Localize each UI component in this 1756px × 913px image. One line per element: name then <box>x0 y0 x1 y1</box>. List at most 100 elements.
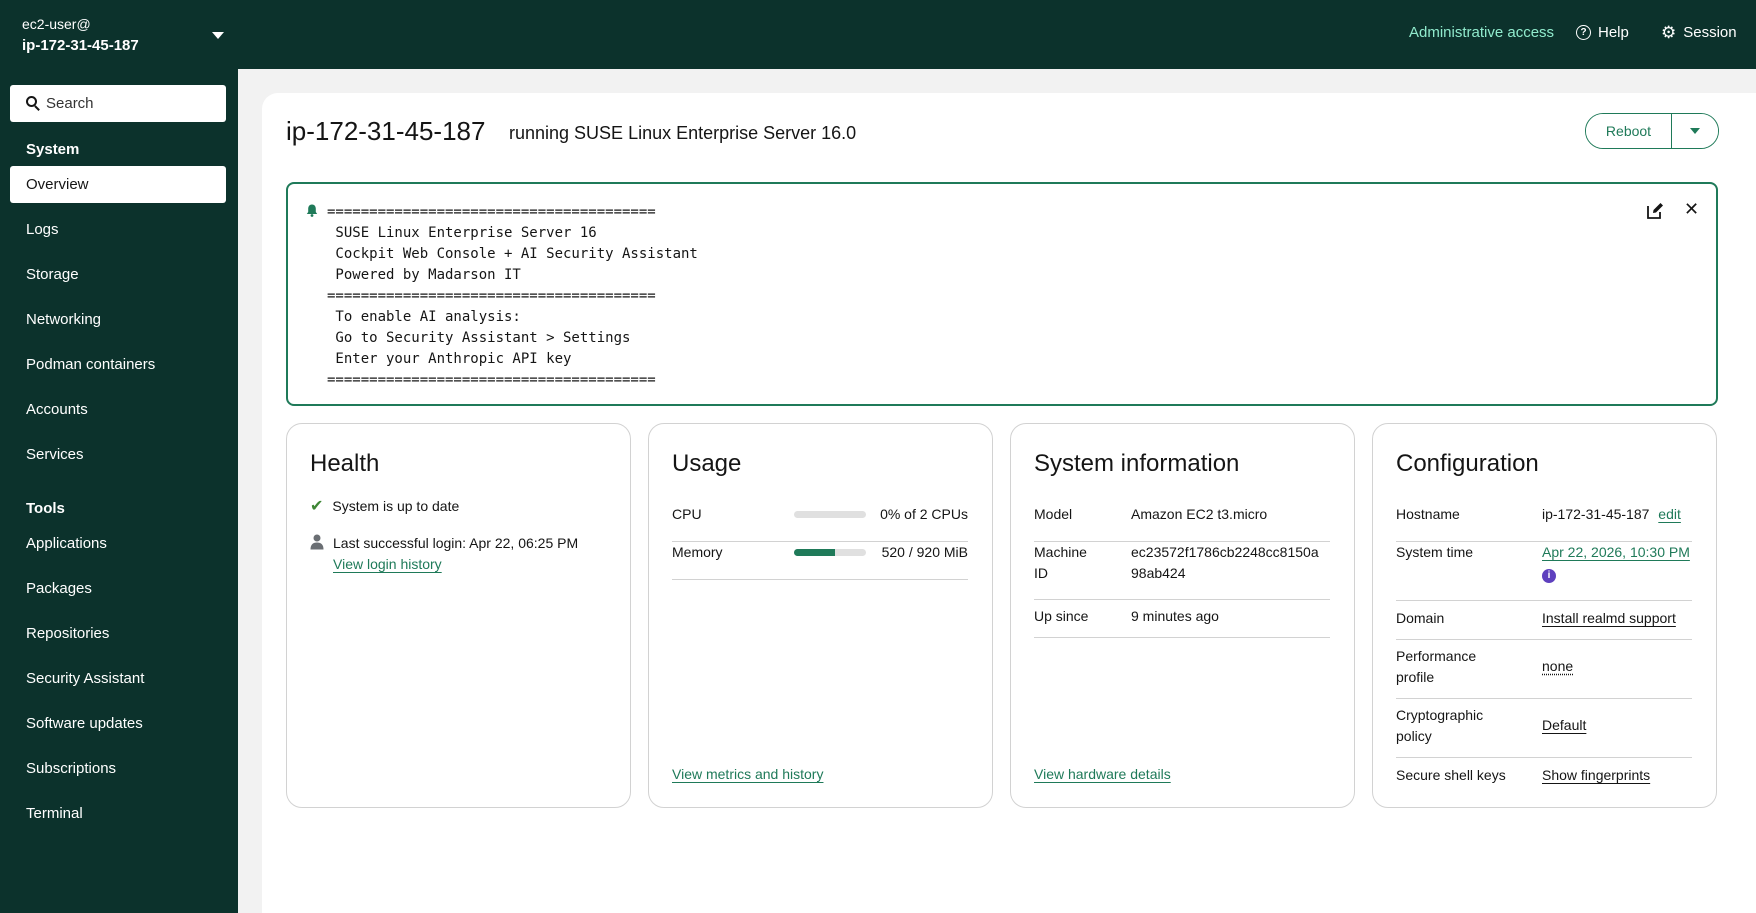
sidebar-item-overview[interactable]: Overview <box>10 166 226 203</box>
sidebar-item-storage[interactable]: Storage <box>10 256 226 293</box>
memory-value: 520 / 920 MiB <box>881 544 968 560</box>
sidebar-item-accounts[interactable]: Accounts <box>10 391 226 428</box>
gear-icon: ⚙ <box>1661 23 1677 42</box>
help-button[interactable]: ? Help <box>1576 24 1629 41</box>
system-information-card: System information Model Amazon EC2 t3.m… <box>1010 423 1355 808</box>
administrative-access-label: Administrative access <box>1409 24 1555 41</box>
sidebar-item-applications[interactable]: Applications <box>10 525 226 562</box>
sidebar-item-repositories[interactable]: Repositories <box>10 615 226 652</box>
up-since-label: Up since <box>1034 608 1089 624</box>
motd-alert: ======================================= … <box>286 182 1718 406</box>
sidebar-item-software-updates[interactable]: Software updates <box>10 705 226 742</box>
motd-text: ======================================= … <box>327 204 698 388</box>
health-status: ✔ System is up to date <box>310 496 459 516</box>
session-label: Session <box>1683 24 1737 41</box>
administrative-access-button[interactable]: Administrative access <box>1409 24 1554 41</box>
machine-id-label-line1: Machine <box>1034 544 1087 560</box>
page-title: ip-172-31-45-187 <box>286 116 486 146</box>
check-icon: ✔ <box>310 498 324 515</box>
help-label: Help <box>1598 24 1629 41</box>
machine-id-label-line2: ID <box>1034 565 1048 581</box>
hostname-value: ip-172-31-45-187 <box>1542 506 1650 522</box>
system-time-group: Apr 22, 2026, 10:30 PM i <box>1542 542 1690 584</box>
crypto-label-line2: policy <box>1396 728 1432 744</box>
reboot-button[interactable]: Reboot <box>1586 114 1672 148</box>
session-button[interactable]: ⚙ Session <box>1661 24 1737 41</box>
reboot-button-group: Reboot <box>1585 113 1719 149</box>
machine-id-value: ec23572f1786cb2248cc8150a 98ab424 <box>1131 542 1319 584</box>
configuration-card: Configuration Hostname ip-172-31-45-187 … <box>1372 423 1717 808</box>
memory-label: Memory <box>672 544 723 560</box>
model-value: Amazon EC2 t3.micro <box>1131 506 1268 522</box>
info-icon[interactable]: i <box>1542 568 1556 583</box>
system-information-title: System information <box>1034 450 1240 477</box>
machine-id-value-line1: ec23572f1786cb2248cc8150a <box>1131 544 1319 560</box>
reboot-dropdown-toggle[interactable] <box>1672 114 1718 148</box>
usage-title: Usage <box>672 450 742 477</box>
crypto-policy-link[interactable]: Default <box>1542 715 1586 736</box>
user-icon <box>310 534 324 550</box>
last-login: Last successful login: Apr 22, 06:25 PM … <box>310 533 578 575</box>
hostname-row: Hostname ip-172-31-45-187 edit <box>1396 504 1692 542</box>
sidebar-item-podman-containers[interactable]: Podman containers <box>10 346 226 383</box>
edit-icon[interactable] <box>1646 202 1664 220</box>
machine-id-label: Machine ID <box>1034 542 1087 584</box>
top-bar: ec2-user@ ip-172-31-45-187 Administrativ… <box>0 0 1756 69</box>
performance-label-line2: profile <box>1396 669 1435 685</box>
view-hardware-details-link[interactable]: View hardware details <box>1034 766 1171 782</box>
performance-profile-value[interactable]: none <box>1542 656 1573 677</box>
sidebar-item-services[interactable]: Services <box>10 436 226 473</box>
model-row: Model Amazon EC2 t3.micro <box>1034 504 1330 542</box>
crypto-label-line1: Cryptographic <box>1396 707 1484 723</box>
health-card: Health ✔ System is up to date Last succe… <box>286 423 631 808</box>
system-time-label: System time <box>1396 544 1474 560</box>
sidebar-item-logs[interactable]: Logs <box>10 211 226 248</box>
ssh-keys-label: Secure shell keys <box>1396 767 1506 783</box>
sidebar-section-tools: Tools <box>26 500 65 517</box>
bell-icon <box>306 204 318 217</box>
memory-row: Memory 520 / 920 MiB <box>672 542 968 580</box>
cpu-label: CPU <box>672 506 702 522</box>
health-title: Health <box>310 450 380 477</box>
up-since-row: Up since 9 minutes ago <box>1034 600 1330 638</box>
hostname-value-group: ip-172-31-45-187 edit <box>1542 504 1681 525</box>
sidebar-item-networking[interactable]: Networking <box>10 301 226 338</box>
search-icon <box>26 96 37 107</box>
machine-id-value-line2: 98ab424 <box>1131 565 1186 581</box>
sidebar-item-terminal[interactable]: Terminal <box>10 795 226 832</box>
ssh-keys-row: Secure shell keys Show fingerprints <box>1396 758 1692 796</box>
health-status-text: System is up to date <box>332 498 460 514</box>
close-icon[interactable]: ✕ <box>1684 199 1699 220</box>
install-realmd-link[interactable]: Install realmd support <box>1542 608 1676 629</box>
help-icon: ? <box>1576 25 1591 40</box>
crypto-policy-label: Cryptographic policy <box>1396 705 1483 747</box>
caret-down-icon <box>212 32 224 39</box>
cpu-row: CPU 0% of 2 CPUs <box>672 504 968 542</box>
cpu-usage-bar <box>794 511 866 518</box>
usage-card: Usage CPU 0% of 2 CPUs Memory 520 / 920 … <box>648 423 993 808</box>
performance-label-line1: Performance <box>1396 648 1477 664</box>
configuration-title: Configuration <box>1396 450 1539 477</box>
cpu-value: 0% of 2 CPUs <box>880 506 968 522</box>
sidebar: System Overview Logs Storage Networking … <box>0 69 238 913</box>
show-fingerprints-link[interactable]: Show fingerprints <box>1542 765 1650 786</box>
sidebar-item-subscriptions[interactable]: Subscriptions <box>10 750 226 787</box>
sidebar-item-packages[interactable]: Packages <box>10 570 226 607</box>
last-login-text: Last successful login: Apr 22, 06:25 PM <box>333 535 579 551</box>
search-input[interactable] <box>46 95 206 112</box>
search-box[interactable] <box>10 85 226 122</box>
domain-row: Domain Install realmd support <box>1396 601 1692 640</box>
view-metrics-link[interactable]: View metrics and history <box>672 766 823 782</box>
system-time-link[interactable]: Apr 22, 2026, 10:30 PM <box>1542 542 1690 563</box>
up-since-value: 9 minutes ago <box>1131 608 1219 624</box>
machine-id-row: Machine ID ec23572f1786cb2248cc8150a 98a… <box>1034 542 1330 600</box>
sidebar-item-security-assistant[interactable]: Security Assistant <box>10 660 226 697</box>
performance-profile-label: Performance profile <box>1396 646 1476 688</box>
domain-label: Domain <box>1396 610 1445 626</box>
performance-profile-row: Performance profile none <box>1396 640 1692 699</box>
host-switcher[interactable]: ec2-user@ ip-172-31-45-187 <box>0 0 238 69</box>
view-login-history-link[interactable]: View login history <box>333 554 578 575</box>
host-name: ip-172-31-45-187 <box>22 37 139 54</box>
hostname-edit-link[interactable]: edit <box>1658 506 1681 522</box>
model-label: Model <box>1034 506 1073 522</box>
